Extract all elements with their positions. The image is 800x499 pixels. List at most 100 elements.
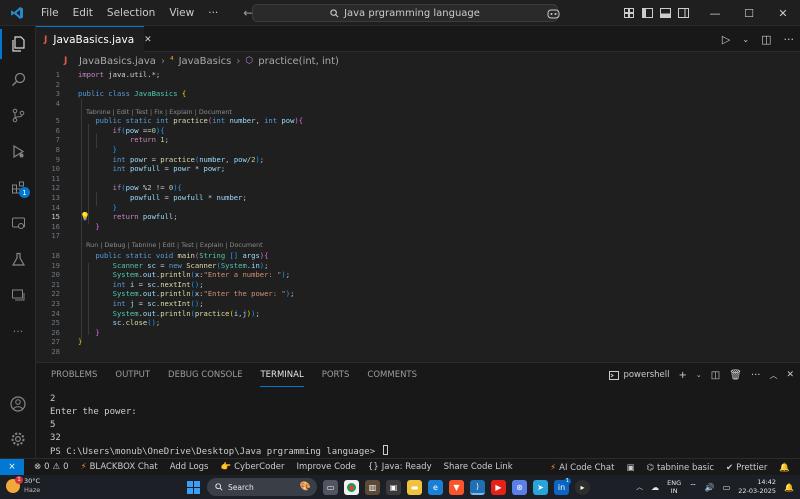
taskbar-search[interactable]: Search 🎨 [207,478,317,496]
tab-debug-console[interactable]: DEBUG CONSOLE [168,363,242,387]
code-line: 16 } [51,221,100,231]
extensions-icon[interactable]: 1 [0,172,36,202]
chevron-up-icon[interactable]: ︿ [636,482,643,492]
tab-output[interactable]: OUTPUT [115,363,150,387]
tab-ports[interactable]: PORTS [322,363,350,387]
menu-file[interactable]: File [34,0,66,26]
code-editor[interactable]: Tabnine | Edit | Test | Fix | Explain | … [36,70,800,362]
terminal-instance[interactable]: powershell [609,370,669,380]
code-line: 20 System.out.println(x:"Enter a number:… [51,270,291,280]
tab-comments[interactable]: COMMENTS [367,363,417,387]
notifications-bell-icon[interactable]: 🔔 [773,463,796,473]
source-control-icon[interactable] [0,100,36,130]
menu-edit[interactable]: Edit [66,0,100,26]
system-tray: ︿ ☁ ENG IN ⌔ 🔊 ▭ 14:42 22-03-2025 🔔 [636,476,794,498]
trash-icon[interactable]: 🗑 [729,370,742,381]
close-panel-icon[interactable]: ✕ [786,370,794,380]
volume-icon[interactable]: 🔊 [705,483,715,492]
toggle-sidebar-icon[interactable] [638,0,656,26]
code-lens-main[interactable]: Run | Debug | Tabnine | Edit | Test | Ex… [86,241,263,251]
cloud-icon[interactable]: ☁ [651,483,659,492]
vscode-taskbar-icon[interactable]: ⟩ [470,479,485,495]
customize-layout-icon[interactable] [620,0,638,26]
accounts-icon[interactable] [0,389,36,419]
breadcrumb-method[interactable]: practice(int, int) [258,56,339,67]
add-logs[interactable]: Add Logs [164,462,215,472]
chrome-icon[interactable] [344,479,359,495]
method-cube-icon: ⬡ [245,56,254,66]
windows-start-icon[interactable] [186,480,201,495]
file-explorer-icon[interactable]: ▬ [407,479,422,495]
split-terminal-icon[interactable]: ◫ [711,370,720,381]
telegram-icon[interactable]: ➤ [533,479,548,495]
copilot-icon[interactable] [538,0,568,26]
terminal-app-icon[interactable]: ▣ [386,479,401,495]
maximize-panel-icon[interactable]: ︿ [769,370,777,381]
code-line: 15 return powfull; [51,212,178,222]
chatgpt-icon[interactable]: ⊛ [512,479,527,495]
breadcrumb-file[interactable]: JavaBasics.java [79,56,156,67]
command-center-search[interactable]: Java prgramming language [252,4,558,22]
tab-close-icon[interactable]: ✕ [144,35,152,45]
terminal-line: 5 [50,420,56,430]
brave-icon[interactable]: ▼ [449,479,464,495]
improve-code[interactable]: Improve Code [290,462,361,472]
minimize-icon[interactable]: — [698,0,732,26]
more-actions-icon[interactable]: ··· [784,33,795,46]
maximize-icon[interactable]: ☐ [732,0,766,26]
terminal-output[interactable]: 2 Enter the power: 5 32 PS C:\Users\monu… [50,393,790,459]
tab-javabasics[interactable]: J JavaBasics.java ✕ [36,26,152,52]
toggle-secondary-sidebar-icon[interactable] [674,0,692,26]
cybercoder[interactable]: 👉 CyberCoder [215,462,291,472]
more-actions-icon[interactable]: ··· [751,370,761,381]
edge-icon[interactable]: e [428,479,443,495]
run-dropdown-icon[interactable]: ⌄ [742,35,749,44]
code-line: 2 [55,79,60,89]
tab-problems[interactable]: PROBLEMS [51,363,97,387]
linkedin-icon[interactable]: in 1 [554,477,571,495]
chevron-down-icon[interactable]: ⌄ [696,371,702,379]
youtube-icon[interactable]: ▶ [491,479,506,495]
chat-icon[interactable] [0,280,36,310]
task-view-icon[interactable]: ▭ [323,479,338,495]
chat-bubble-icon[interactable]: ▣ [620,463,640,473]
run-java-icon[interactable]: ▷ [722,33,730,46]
media-player-icon[interactable]: ▸ [575,479,590,495]
java-status[interactable]: {} Java: Ready [362,462,438,472]
testing-icon[interactable] [0,244,36,274]
ai-code-chat[interactable]: ⚡ AI Code Chat [544,463,620,473]
language-indicator[interactable]: ENG IN [667,479,681,495]
menu-selection[interactable]: Selection [100,0,162,26]
java-file-icon: J [44,34,48,45]
problems-status[interactable]: ⊗ 0 ⚠ 0 [28,462,75,472]
tab-terminal[interactable]: TERMINAL [260,363,304,387]
menu-more[interactable]: ··· [201,0,225,26]
lightbulb-icon[interactable]: 💡 [80,212,90,221]
prettier-status[interactable]: ✔ Prettier [720,463,773,473]
search-view-icon[interactable] [0,64,36,94]
share-code-link[interactable]: Share Code Link [438,462,519,472]
explorer-icon[interactable] [0,29,36,59]
new-terminal-icon[interactable]: + [678,370,686,381]
more-icon[interactable]: ··· [0,316,36,346]
terminal-line: 2 [50,394,56,404]
battery-icon[interactable]: ▭ [723,483,731,492]
split-editor-icon[interactable]: ◫ [761,33,771,46]
run-debug-icon[interactable] [0,136,36,166]
toggle-panel-icon[interactable] [656,0,674,26]
menu-view[interactable]: View [162,0,201,26]
clock[interactable]: 14:42 22-03-2025 [738,478,776,496]
weather-sun-icon: 1 [6,476,23,493]
remote-explorer-icon[interactable] [0,208,36,238]
blackbox-chat[interactable]: ⚡ BLACKBOX Chat [75,462,164,472]
remote-indicator-icon[interactable]: ⨯ [0,458,24,476]
weather-widget[interactable]: 1 30°C Haze [6,476,40,495]
notification-center-icon[interactable]: 🔔 [784,483,794,492]
settings-gear-icon[interactable] [0,424,36,454]
close-icon[interactable]: ✕ [766,0,800,26]
tabnine-status[interactable]: ⌬ tabnine basic [641,463,721,473]
ai-chat-label: AI Code Chat [559,462,615,473]
files-icon[interactable]: ▥ [365,479,380,495]
breadcrumb-class[interactable]: JavaBasics [179,56,232,67]
wifi-icon[interactable]: ⌔ [689,482,697,492]
